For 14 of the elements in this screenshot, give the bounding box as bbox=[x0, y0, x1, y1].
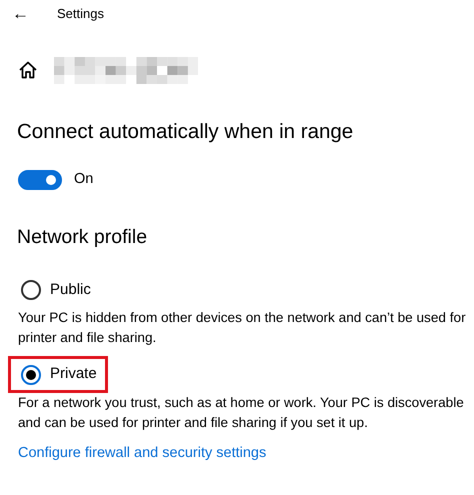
option-description: For a network you trust, such as at home or work. Your PC is discoverable and can be used for printer and file sharing if you set it up. bbox=[18, 394, 465, 432]
window-title: Settings bbox=[57, 5, 104, 23]
home-icon bbox=[18, 60, 38, 80]
option-description: Your PC is hidden from other devices on the network and can’t be used for printer and file sharing. bbox=[18, 309, 467, 348]
radio-label[interactable]: Public bbox=[50, 278, 91, 302]
settings-link[interactable]: Configure firewall and security settings bbox=[18, 442, 266, 464]
back-button[interactable]: ← bbox=[12, 4, 32, 24]
toggle-switch[interactable] bbox=[18, 170, 62, 190]
radio-button[interactable] bbox=[21, 364, 41, 384]
toggle-label: On bbox=[74, 170, 94, 189]
section-heading: Connect automatically when in range bbox=[17, 119, 354, 145]
radio-label[interactable]: Private bbox=[50, 363, 97, 386]
section-heading: Network profile bbox=[17, 224, 148, 250]
radio-button[interactable] bbox=[21, 280, 41, 300]
